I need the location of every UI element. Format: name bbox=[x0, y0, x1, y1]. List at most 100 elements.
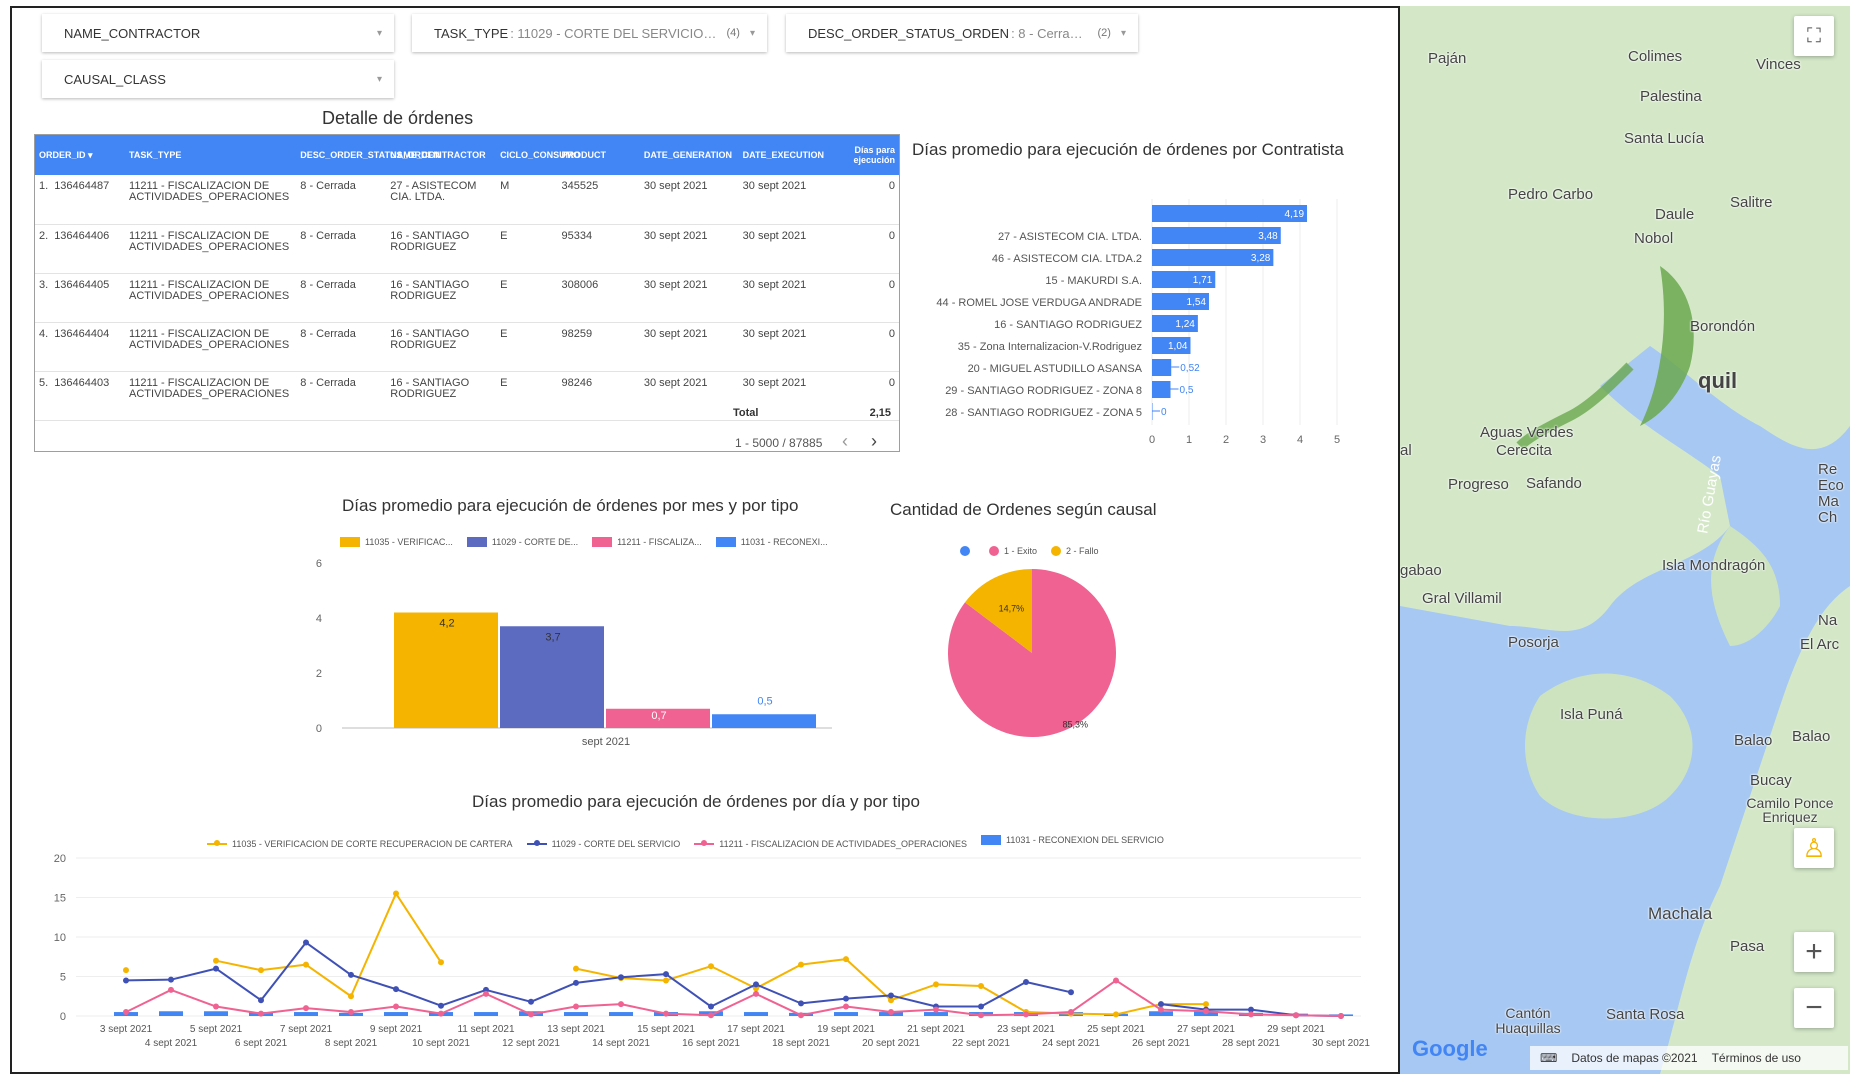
bar[interactable] bbox=[394, 612, 498, 729]
data-point[interactable] bbox=[258, 997, 264, 1004]
legend-item[interactable]: 11029 - CORTE DEL SERVICIO bbox=[526, 839, 680, 849]
data-point[interactable] bbox=[393, 890, 399, 897]
terms-link[interactable]: Términos de uso bbox=[1712, 1051, 1801, 1065]
column-header-date-execution[interactable]: DATE_EXECUTION bbox=[738, 135, 845, 175]
data-point[interactable] bbox=[933, 981, 939, 988]
bar[interactable] bbox=[834, 1012, 858, 1016]
zoom-in-button[interactable]: + bbox=[1794, 932, 1834, 972]
table-row[interactable]: 1. 136464487 11211 - FISCALIZACION DE ACTI… bbox=[35, 175, 899, 225]
data-point[interactable] bbox=[843, 1003, 849, 1010]
data-point[interactable] bbox=[393, 1003, 399, 1010]
data-point[interactable] bbox=[888, 1009, 894, 1016]
data-point[interactable] bbox=[708, 1003, 714, 1010]
data-point[interactable] bbox=[663, 977, 669, 984]
data-point[interactable] bbox=[1158, 1001, 1164, 1008]
column-header-status[interactable]: DESC_ORDER_STATUS_ORDEN bbox=[296, 135, 440, 175]
bar[interactable] bbox=[564, 1012, 588, 1016]
filter-task-type[interactable]: TASK_TYPE : 11029 - CORTE DEL SERVICIO, … bbox=[412, 14, 767, 52]
column-header-task-type[interactable]: TASK_TYPE bbox=[125, 135, 297, 175]
bar[interactable] bbox=[384, 1012, 408, 1016]
data-point[interactable] bbox=[708, 1012, 714, 1019]
data-point[interactable] bbox=[618, 1001, 624, 1008]
data-point[interactable] bbox=[123, 977, 129, 984]
data-point[interactable] bbox=[708, 963, 714, 970]
data-point[interactable] bbox=[933, 1006, 939, 1013]
filter-causal-class[interactable]: CAUSAL_CLASS ▾ bbox=[42, 60, 394, 98]
filter-name-contractor[interactable]: NAME_CONTRACTOR ▾ bbox=[42, 14, 394, 52]
bar[interactable] bbox=[744, 1012, 768, 1016]
map-panel[interactable]: Paján Colimes Vinces Palestina Santa Luc… bbox=[1400, 6, 1850, 1074]
column-header-date-generation[interactable]: DATE_GENERATION bbox=[639, 135, 739, 175]
data-point[interactable] bbox=[1248, 1011, 1254, 1018]
zoom-out-button[interactable]: − bbox=[1794, 988, 1834, 1028]
data-point[interactable] bbox=[303, 961, 309, 968]
data-point[interactable] bbox=[1113, 977, 1119, 984]
data-point[interactable] bbox=[348, 971, 354, 978]
column-header-dias[interactable]: Días para ejecución bbox=[844, 135, 899, 175]
data-point[interactable] bbox=[1203, 1008, 1209, 1015]
data-point[interactable] bbox=[438, 1002, 444, 1009]
data-point[interactable] bbox=[258, 967, 264, 974]
data-point[interactable] bbox=[798, 1000, 804, 1007]
legend-item[interactable]: 11211 - FISCALIZA... bbox=[592, 537, 702, 547]
bar[interactable] bbox=[204, 1011, 228, 1016]
data-point[interactable] bbox=[1203, 1001, 1209, 1008]
data-point[interactable] bbox=[258, 1010, 264, 1017]
bar[interactable] bbox=[1152, 359, 1172, 376]
bar[interactable] bbox=[712, 714, 816, 728]
data-point[interactable] bbox=[753, 990, 759, 997]
data-point[interactable] bbox=[213, 1003, 219, 1010]
bar[interactable] bbox=[1152, 381, 1171, 398]
legend-item[interactable]: 11035 - VERIFICAC... bbox=[340, 537, 453, 547]
data-point[interactable] bbox=[753, 981, 759, 988]
table-row[interactable]: 3. 136464405 11211 - FISCALIZACION DE ACTI… bbox=[35, 273, 899, 323]
legend-item[interactable] bbox=[960, 546, 975, 556]
column-header-ciclo[interactable]: CICLO_CONSUMO bbox=[496, 135, 580, 175]
prev-page-icon[interactable]: ‹ bbox=[842, 431, 848, 451]
data-point[interactable] bbox=[1158, 1006, 1164, 1013]
data-point[interactable] bbox=[1023, 1011, 1029, 1018]
bar[interactable] bbox=[609, 1012, 633, 1016]
data-point[interactable] bbox=[663, 971, 669, 978]
table-row[interactable]: 2. 136464406 11211 - FISCALIZACION DE ACTI… bbox=[35, 224, 899, 274]
data-point[interactable] bbox=[168, 976, 174, 983]
bar[interactable] bbox=[294, 1012, 318, 1016]
next-page-icon[interactable]: › bbox=[871, 431, 877, 451]
data-point[interactable] bbox=[618, 974, 624, 981]
data-point[interactable] bbox=[843, 995, 849, 1002]
data-point[interactable] bbox=[978, 982, 984, 989]
data-point[interactable] bbox=[978, 1012, 984, 1019]
data-point[interactable] bbox=[393, 986, 399, 993]
column-header-contractor[interactable]: NAME_CONTRACTOR bbox=[386, 135, 497, 175]
data-point[interactable] bbox=[798, 1012, 804, 1019]
data-point[interactable] bbox=[843, 956, 849, 963]
data-point[interactable] bbox=[213, 965, 219, 972]
data-point[interactable] bbox=[528, 998, 534, 1005]
table-row[interactable]: 4. 136464404 11211 - FISCALIZACION DE ACTI… bbox=[35, 322, 899, 372]
data-point[interactable] bbox=[573, 1003, 579, 1010]
legend-item[interactable]: 11031 - RECONEXI... bbox=[715, 537, 828, 547]
data-point[interactable] bbox=[483, 990, 489, 997]
series-line[interactable] bbox=[215, 892, 1206, 1016]
data-point[interactable] bbox=[1293, 1012, 1299, 1019]
data-point[interactable] bbox=[213, 957, 219, 964]
legend-item[interactable]: 11029 - CORTE DE... bbox=[466, 537, 578, 547]
data-point[interactable] bbox=[978, 1003, 984, 1010]
column-header-product[interactable]: PRODUCT bbox=[557, 135, 640, 175]
legend-item[interactable]: 1 - Exito bbox=[989, 546, 1037, 556]
data-point[interactable] bbox=[303, 1005, 309, 1012]
data-point[interactable] bbox=[123, 967, 129, 974]
data-point[interactable] bbox=[528, 1011, 534, 1018]
data-point[interactable] bbox=[888, 992, 894, 999]
legend-item[interactable]: 11035 - VERIFICACION DE CORTE RECUPERACI… bbox=[207, 839, 513, 849]
data-point[interactable] bbox=[303, 939, 309, 946]
street-view-button[interactable]: ♙ bbox=[1794, 828, 1834, 868]
data-point[interactable] bbox=[573, 965, 579, 972]
legend-item[interactable]: 2 - Fallo bbox=[1051, 546, 1099, 556]
bar[interactable] bbox=[474, 1012, 498, 1016]
data-point[interactable] bbox=[663, 1010, 669, 1017]
data-point[interactable] bbox=[438, 1010, 444, 1017]
legend-item[interactable]: 11211 - FISCALIZACION DE ACTIVIDADES_OPE… bbox=[694, 839, 967, 849]
data-point[interactable] bbox=[1068, 1009, 1074, 1016]
data-point[interactable] bbox=[348, 1009, 354, 1016]
